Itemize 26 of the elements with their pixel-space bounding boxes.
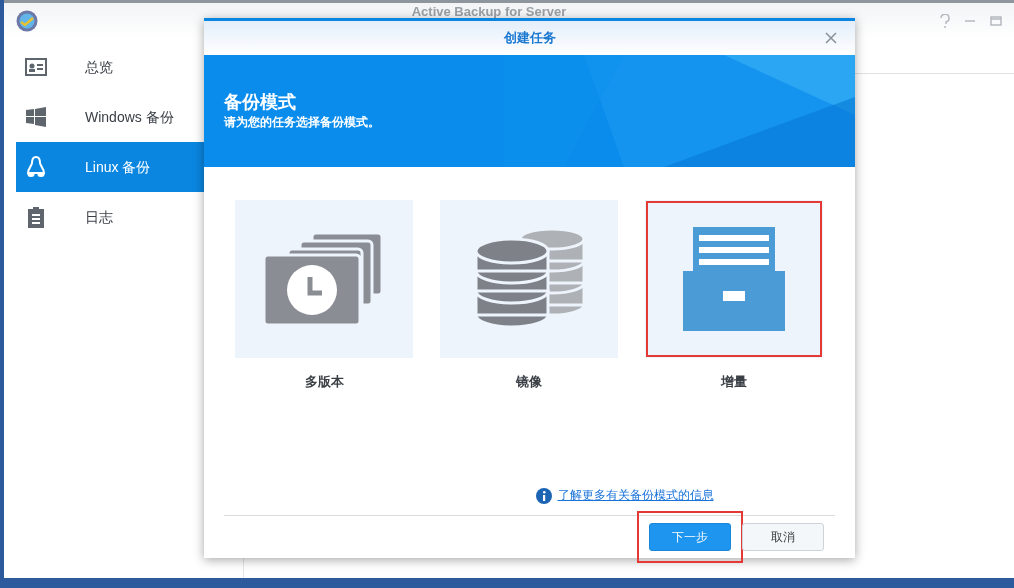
backup-mode-card[interactable] [235, 200, 413, 358]
dialog-title: 创建任务 [503, 29, 556, 48]
learn-more-link[interactable]: 了解更多有关备份模式的信息 [557, 486, 714, 504]
cancel-button[interactable]: 取消 [742, 523, 824, 551]
mode-label: 镜像 [516, 373, 542, 391]
banner-heading: 备份模式 [224, 90, 297, 114]
info-icon [535, 488, 552, 504]
backup-mode-card[interactable] [645, 200, 823, 358]
database-icon [474, 229, 584, 329]
id-card-icon [25, 56, 47, 78]
file-cabinet-icon [683, 227, 785, 331]
help-icon[interactable] [940, 14, 950, 28]
mode-label: 增量 [721, 373, 747, 391]
windows-icon [25, 106, 47, 128]
clock-cards-icon [264, 233, 384, 325]
mode-label: 多版本 [304, 373, 344, 391]
backup-mode-card[interactable] [440, 200, 618, 358]
banner-subheading: 请为您的任务选择备份模式。 [224, 114, 381, 132]
penguin-icon [25, 156, 47, 178]
app-logo-icon [16, 10, 38, 32]
close-icon[interactable] [825, 32, 837, 44]
clipboard-icon [25, 206, 47, 228]
window-title: Active Backup for Server [411, 5, 567, 18]
sidebar-item[interactable]: 日志 [16, 192, 243, 242]
sidebar-item[interactable]: 总览 [16, 42, 243, 92]
maximize-icon[interactable] [990, 15, 1002, 27]
